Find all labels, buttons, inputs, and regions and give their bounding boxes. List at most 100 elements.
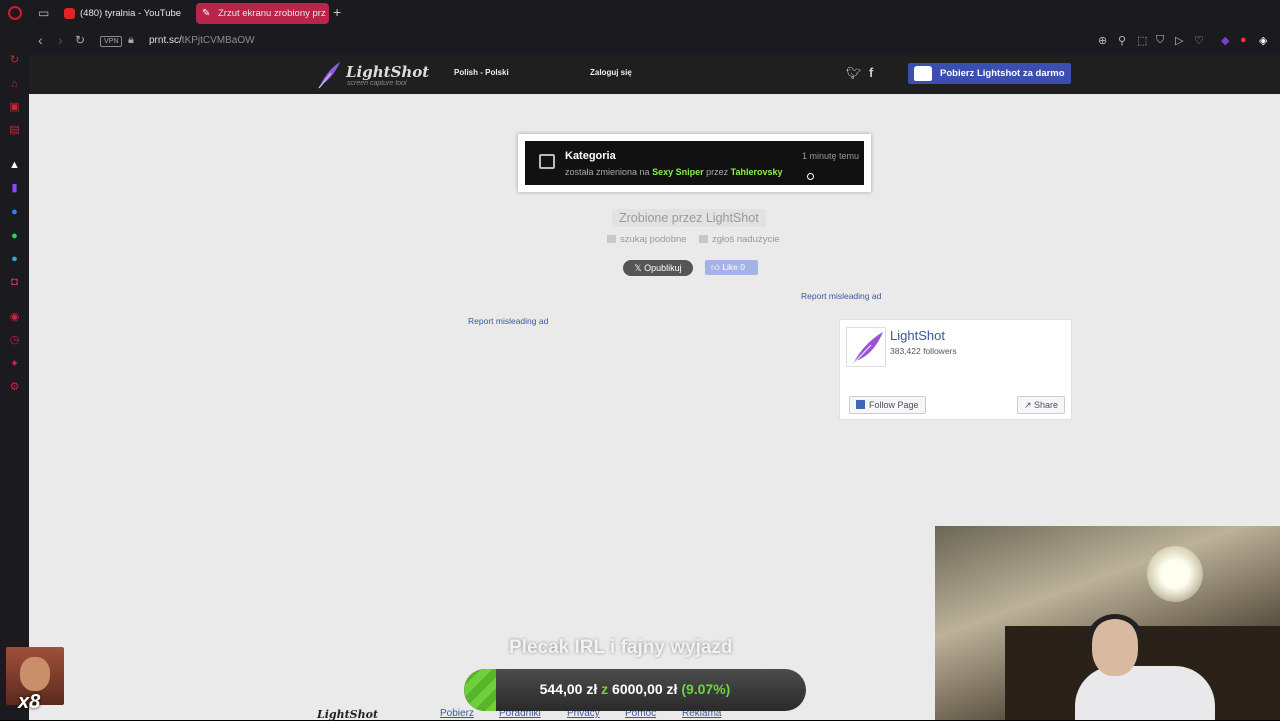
screenshot-content: Kategoria 1 minutę temu została zmienion… — [525, 141, 864, 185]
share-button[interactable]: ↗ Share — [1017, 396, 1066, 414]
tab-youtube[interactable]: (480) tyralnia - YouTube — [58, 3, 190, 24]
like-label: Like 0 — [722, 262, 745, 272]
whatsapp-icon[interactable]: ● — [8, 230, 21, 243]
twitter-icon[interactable]: 🐦︎ — [846, 66, 861, 80]
new-tab-icon[interactable]: + — [333, 4, 341, 20]
pin-icon[interactable]: ⚲ — [1118, 34, 1126, 47]
opera-sidebar: ↻ ⌂ ▣ ▤ ▲ ▮ ● ● ● ◘ ◉ ◷ ✦ ⚙ — [0, 27, 29, 720]
vpn-badge[interactable]: VPN — [100, 36, 123, 47]
category-icon — [539, 154, 555, 169]
report-ad-link[interactable]: Report misleading ad — [468, 316, 548, 326]
shopping-icon[interactable]: ⌂ — [8, 78, 21, 91]
instagram-icon[interactable]: ◘ — [8, 276, 21, 289]
reload-icon[interactable]: ↻ — [75, 33, 85, 47]
facebook-icon[interactable]: f — [869, 65, 873, 80]
tab-menu-icon[interactable]: ▭ — [38, 6, 49, 20]
login-link[interactable]: Zaloguj się — [590, 68, 632, 77]
follow-page-button[interactable]: Follow Page — [849, 396, 926, 414]
twitch-icon[interactable]: ▮ — [8, 182, 21, 195]
donation-goal-text: 544,00 zł z 6000,00 zł (9.07%) — [464, 681, 806, 697]
search-similar-link[interactable]: szukaj podobne — [607, 234, 687, 245]
download-button[interactable]: Pobierz Lightshot za darmo — [908, 63, 1071, 84]
headphones — [1085, 614, 1145, 644]
category-name: Sexy Sniper — [652, 167, 704, 177]
aria-icon[interactable]: ▲ — [8, 159, 21, 172]
forward-icon[interactable]: › — [58, 32, 63, 48]
screenshot-image[interactable]: Kategoria 1 minutę temu została zmienion… — [518, 134, 871, 192]
play-icon[interactable]: ▷ — [1175, 34, 1183, 47]
webcam-feed — [935, 526, 1280, 720]
emote-count: x8 — [18, 691, 41, 713]
url-path: tKPjtCVMBaOW — [181, 35, 255, 46]
lamp — [1147, 546, 1203, 602]
zoom-icon[interactable]: ⊕ — [1098, 34, 1107, 47]
page-name[interactable]: LightShot — [890, 328, 945, 343]
url-domain: prnt.sc/ — [149, 35, 182, 46]
history-icon[interactable]: ◷ — [8, 334, 21, 347]
cursor-icon — [807, 173, 814, 180]
youtube-icon — [64, 8, 75, 19]
address-bar: ‹ › ↻ VPN 🔒︎ prnt.sc/tKPjtCVMBaOW ⊕ ⚲ ⬚ … — [0, 27, 1280, 55]
message-prefix: została zmieniona na — [565, 167, 650, 177]
goal-separator: z — [601, 681, 609, 697]
feather-icon — [318, 62, 340, 89]
footer-logo[interactable]: LightShot — [317, 708, 378, 721]
fb-like-button[interactable]: 👍︎ Like 0 — [705, 260, 758, 275]
page-avatar[interactable] — [846, 327, 886, 367]
shield-icon[interactable]: ⛉ — [1156, 34, 1164, 47]
messenger-icon[interactable]: ● — [8, 206, 21, 219]
tab-label: Zrzut ekranu zrobiony prz — [218, 8, 326, 19]
lightshot-header: LightShot screen capture tool Polish - P… — [29, 55, 1280, 94]
notification-title: Kategoria — [565, 150, 616, 162]
download-label: Pobierz Lightshot za darmo — [940, 68, 1065, 79]
made-by-label: Zrobione przez LightShot — [612, 209, 766, 227]
logo-subtitle: screen capture tool — [347, 80, 407, 87]
settings-icon[interactable]: ⚙ — [8, 381, 21, 394]
tweet-label: Opublikuj — [644, 263, 682, 273]
extension-icon[interactable]: ◆ — [1221, 34, 1229, 47]
message-mid: przez — [706, 167, 729, 177]
footer-link-download[interactable]: Pobierz — [440, 708, 474, 719]
goal-percent: (9.07%) — [681, 681, 731, 697]
lock-icon[interactable]: 🔒︎ — [128, 34, 134, 47]
follow-label: Follow Page — [869, 400, 919, 410]
followers-count: 383,422 followers — [890, 346, 957, 356]
tab-bar: ▭ (480) tyralnia - YouTube ✎ Zrzut ekran… — [0, 0, 1280, 27]
refresh-icon[interactable]: ↻ — [8, 54, 21, 67]
extension-record-icon[interactable]: ● — [1240, 34, 1247, 46]
facebook-page-widget: LightShot 383,422 followers Follow Page … — [839, 319, 1072, 420]
donation-goal-title: Plecak IRL i fajny wyjazd — [509, 637, 733, 658]
report-ad-link[interactable]: Report misleading ad — [801, 291, 881, 301]
media-icon[interactable]: ▤ — [8, 124, 21, 137]
goal-target: 6000,00 zł — [612, 681, 678, 697]
heart-icon[interactable]: ♡ — [1194, 34, 1204, 47]
report-abuse-label: zgłoś nadużycie — [712, 234, 780, 245]
tab-label: (480) tyralnia - YouTube — [80, 8, 182, 19]
download-icon — [914, 66, 932, 81]
back-icon[interactable]: ‹ — [38, 32, 43, 48]
feather-icon: ✎ — [202, 8, 211, 19]
report-icon — [699, 235, 708, 243]
donation-goal-bar: 544,00 zł z 6000,00 zł (9.07%) — [464, 669, 806, 711]
snapshot-icon[interactable]: ⬚ — [1137, 34, 1147, 47]
emote-face — [20, 657, 50, 691]
player-icon[interactable]: ◉ — [8, 311, 21, 324]
streamer-body — [1075, 666, 1215, 720]
report-abuse-link[interactable]: zgłoś nadużycie — [699, 234, 780, 245]
opera-icon[interactable] — [8, 6, 22, 20]
tweet-button[interactable]: 𝕏 Opublikuj — [623, 260, 693, 276]
language-select[interactable]: Polish - Polski — [454, 68, 509, 77]
tab-lightshot[interactable]: ✎ Zrzut ekranu zrobiony prz — [196, 3, 329, 24]
share-label: Share — [1034, 400, 1059, 410]
telegram-icon[interactable]: ● — [8, 253, 21, 266]
search-similar-icon — [607, 235, 616, 243]
goal-current: 544,00 zł — [539, 681, 598, 697]
news-icon[interactable]: ▣ — [8, 101, 21, 114]
extension-cube-icon[interactable]: ◈ — [1259, 34, 1267, 47]
share-icon: ↗ — [1024, 400, 1035, 410]
url-field[interactable]: prnt.sc/tKPjtCVMBaOW — [149, 35, 255, 46]
user-name: Tahlerovsky — [730, 167, 783, 177]
notification-message: została zmieniona na Sexy Sniper przez T… — [565, 167, 783, 177]
notification-time: 1 minutę temu — [802, 151, 860, 161]
extensions-icon[interactable]: ✦ — [8, 358, 21, 371]
